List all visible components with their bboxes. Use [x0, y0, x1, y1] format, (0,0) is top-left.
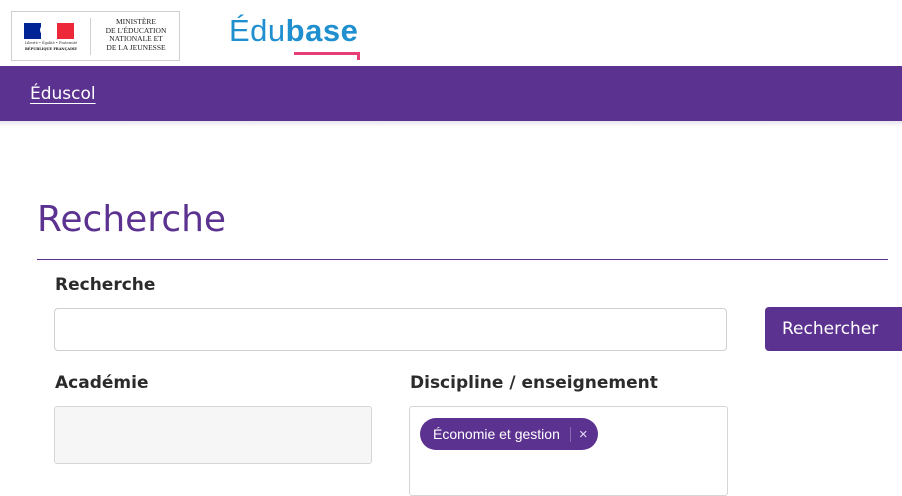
brand-underline-tick	[357, 52, 360, 60]
brand-part-base: base	[285, 13, 359, 48]
marianne-icon	[40, 24, 54, 36]
tag-separator	[569, 426, 571, 442]
search-label: Recherche	[55, 275, 156, 295]
ministry-name-line: DE LA JEUNESSE	[106, 42, 166, 52]
title-divider	[37, 259, 888, 260]
close-icon[interactable]: ×	[579, 427, 588, 442]
academie-label: Académie	[55, 373, 149, 393]
nav-shadow	[0, 121, 902, 127]
brand-underline	[294, 52, 360, 55]
discipline-label: Discipline / enseignement	[410, 373, 658, 393]
academie-select[interactable]	[54, 406, 372, 464]
brand-part-edu: Édu	[229, 13, 286, 48]
main-nav: Éduscol	[0, 66, 902, 121]
selected-tag-economie-gestion: Économie et gestion ×	[420, 418, 598, 450]
tag-label: Économie et gestion	[433, 426, 560, 442]
ministry-logo[interactable]: Liberté • Égalité • Fraternité RÉPUBLIQU…	[11, 11, 180, 61]
edubase-logo[interactable]: Édubase	[229, 14, 360, 60]
edubase-wordmark: Édubase	[229, 14, 358, 48]
nav-link-eduscol[interactable]: Éduscol	[30, 83, 96, 105]
site-header: Liberté • Égalité • Fraternité RÉPUBLIQU…	[0, 0, 902, 66]
ministry-name: MINISTÈRE DE L'ÉDUCATION NATIONALE ET DE…	[96, 17, 176, 52]
republique-francaise-logo: Liberté • Égalité • Fraternité RÉPUBLIQU…	[18, 20, 84, 54]
republic-name: RÉPUBLIQUE FRANÇAISE	[25, 47, 77, 51]
republic-motto: Liberté • Égalité • Fraternité	[24, 41, 78, 45]
search-button[interactable]: Rechercher	[765, 307, 902, 351]
logo-divider	[90, 18, 91, 55]
search-input[interactable]	[54, 308, 727, 351]
page-title: Recherche	[37, 199, 227, 240]
